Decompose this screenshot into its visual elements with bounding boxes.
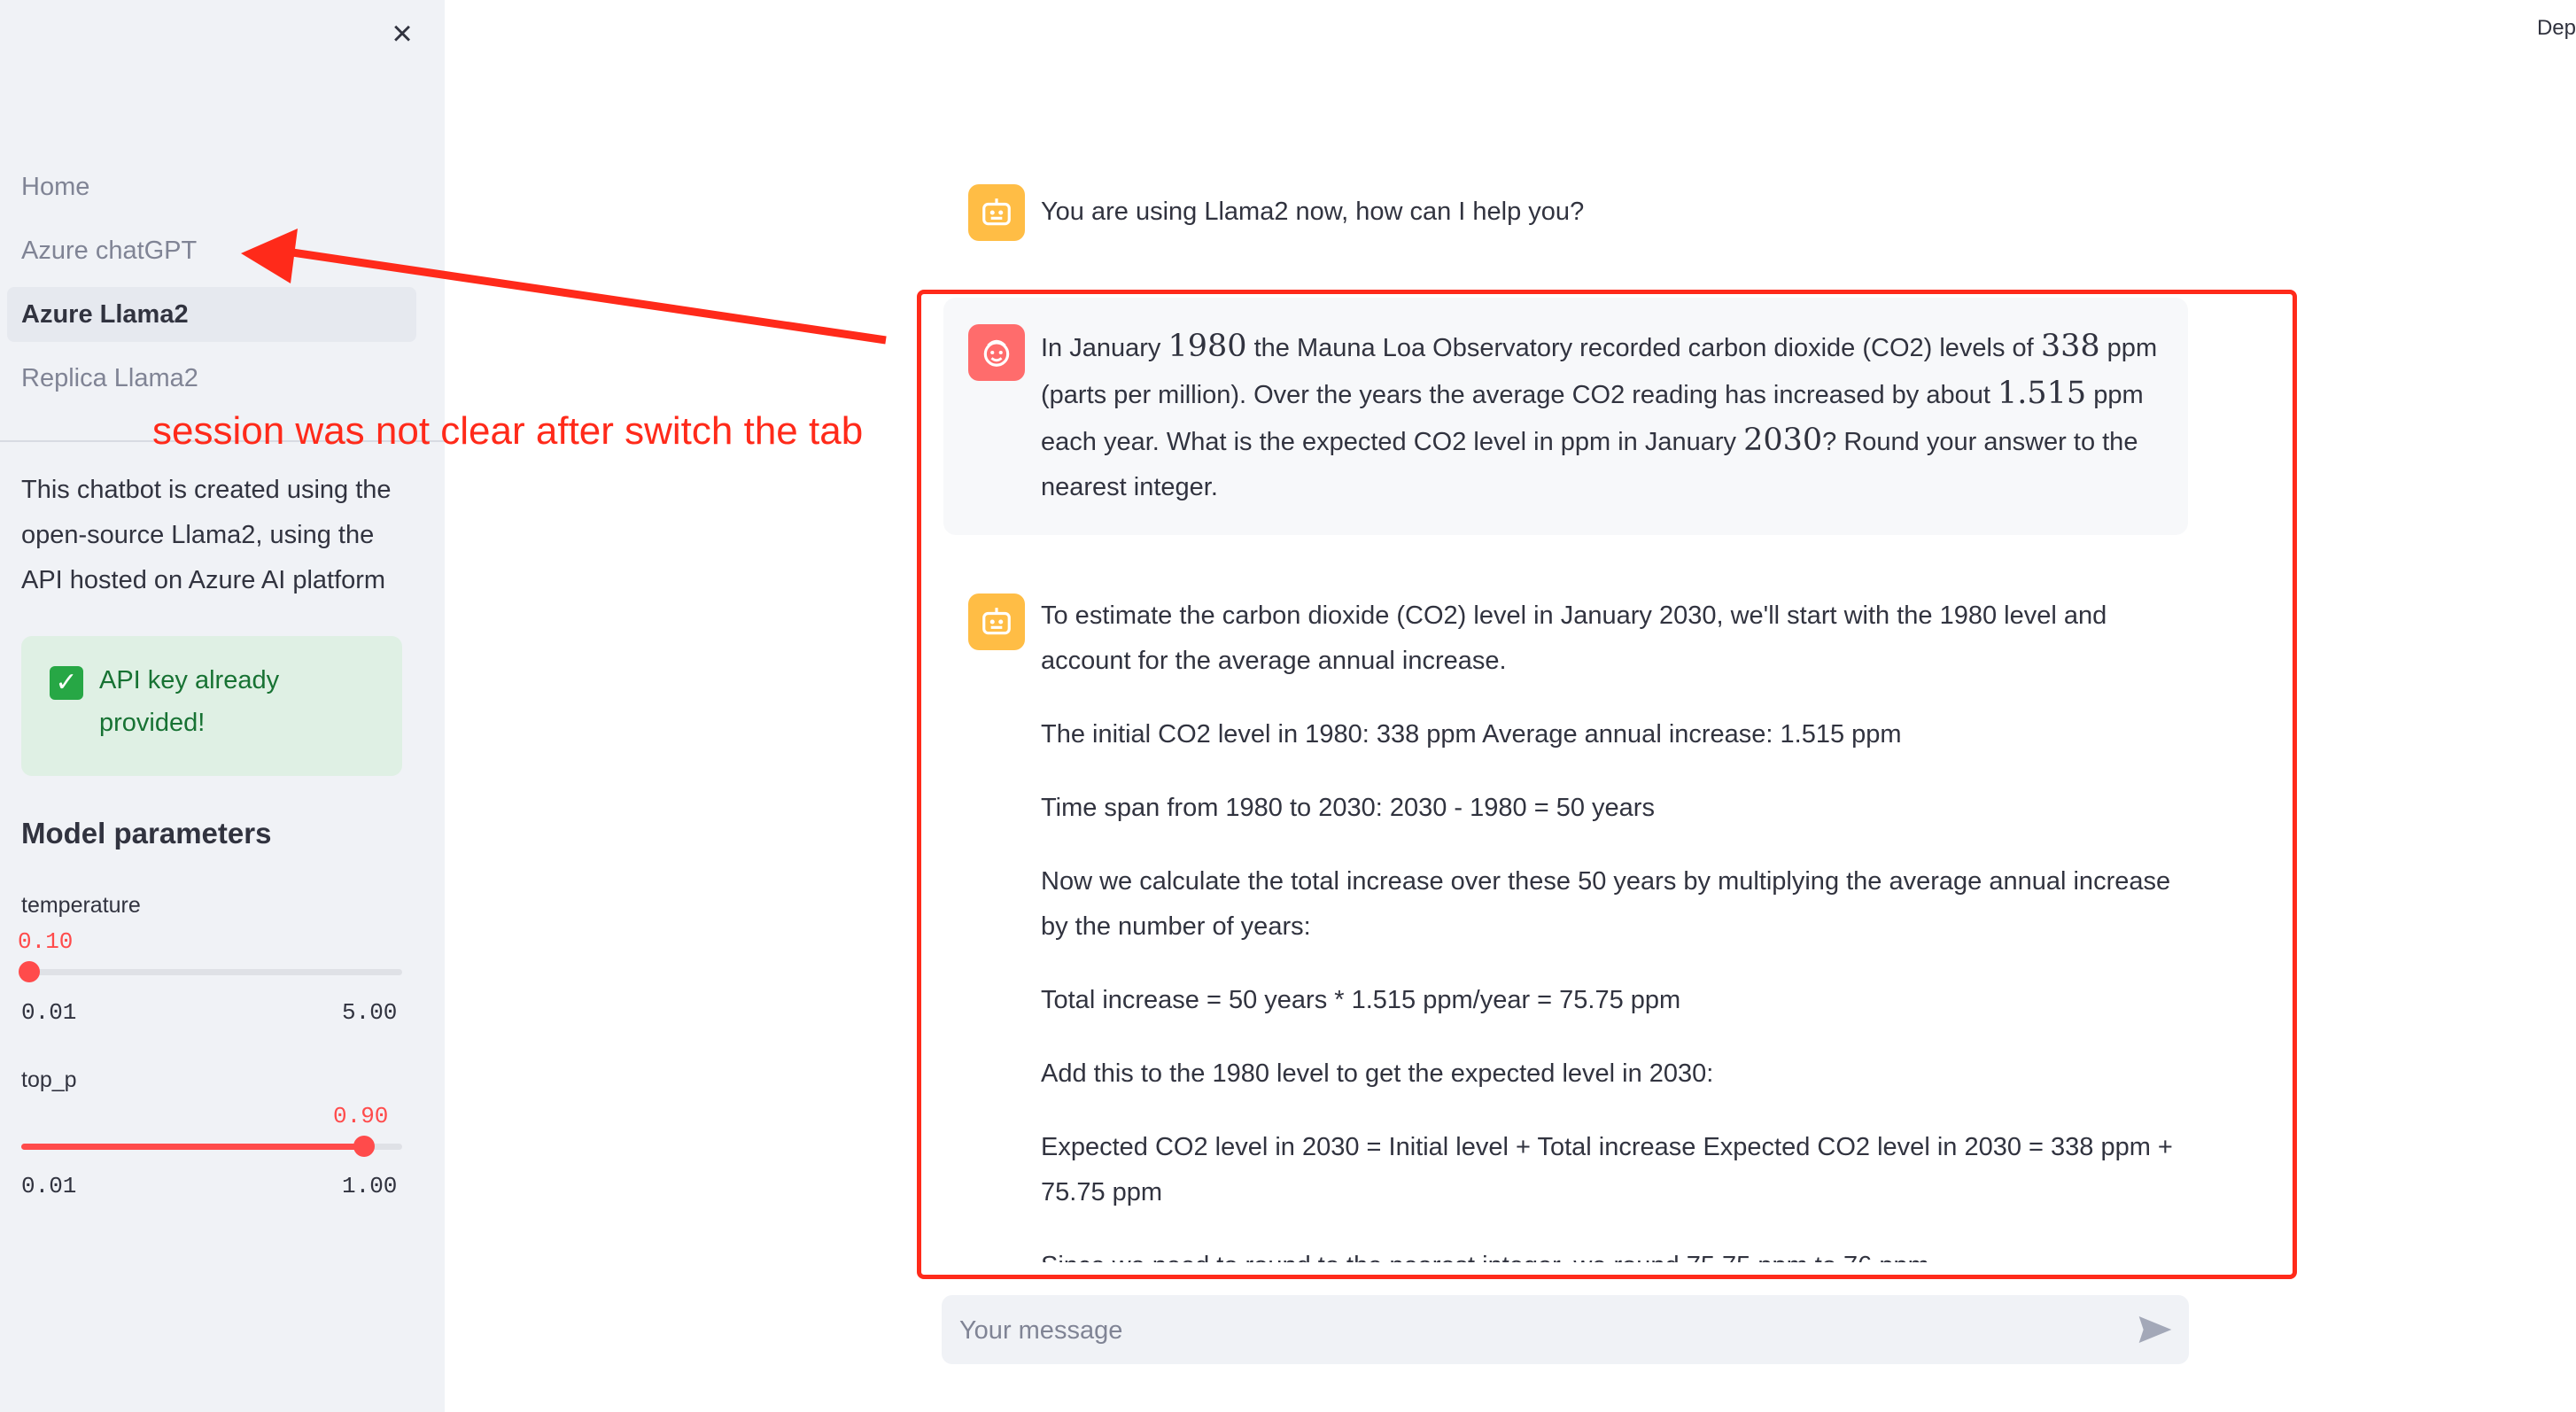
response-paragraph: Add this to the 1980 level to get the ex…	[1041, 1059, 1714, 1088]
user-message-text: In January 1980 the Mauna Loa Observator…	[1041, 329, 2158, 501]
sidebar-item-replica-llama2[interactable]: Replica Llama2	[7, 351, 416, 406]
bot-avatar-icon	[968, 184, 1025, 241]
top-p-min: 0.01	[21, 1173, 77, 1199]
success-alert: ✓ API key already provided!	[21, 636, 402, 776]
top-p-slider-thumb[interactable]	[353, 1136, 375, 1157]
sidebar-nav: Home Azure chatGPT Azure Llama2 Replica …	[7, 159, 416, 415]
response-paragraph: Now we calculate the total increase over…	[1041, 867, 2171, 941]
deploy-button[interactable]: Dep	[2537, 16, 2576, 41]
response-paragraph: Total increase = 50 years * 1.515 ppm/ye…	[1041, 986, 1681, 1014]
user-avatar-icon	[968, 324, 1025, 381]
top-p-slider[interactable]	[21, 1136, 402, 1157]
top-p-value: 0.90	[333, 1103, 389, 1129]
response-paragraph: Time span from 1980 to 2030: 2030 - 1980…	[1041, 794, 1655, 822]
response-paragraph: The initial CO2 level in 1980: 338 ppm A…	[1041, 720, 1902, 749]
temperature-slider[interactable]	[18, 961, 402, 982]
top-p-max: 1.00	[342, 1173, 398, 1199]
send-icon[interactable]	[2138, 1315, 2173, 1345]
model-parameters-title: Model parameters	[21, 817, 272, 850]
temperature-max: 5.00	[342, 999, 398, 1026]
bot-avatar-icon	[968, 594, 1025, 650]
chat-input-bar	[942, 1295, 2189, 1366]
annotation-text: session was not clear after switch the t…	[152, 409, 864, 453]
greeting-text: You are using Llama2 now, how can I help…	[1041, 198, 1585, 226]
assistant-response-scroll[interactable]: To estimate the carbon dioxide (CO2) lev…	[943, 585, 2188, 1262]
about-text: This chatbot is created using the open-s…	[21, 476, 392, 594]
sidebar: × Home Azure chatGPT Azure Llama2 Replic…	[0, 0, 445, 1412]
success-text: API key already provided!	[99, 666, 280, 737]
sidebar-item-azure-llama2[interactable]: Azure Llama2	[7, 287, 416, 342]
message-input[interactable]	[958, 1295, 2104, 1366]
response-paragraph: To estimate the carbon dioxide (CO2) lev…	[1041, 601, 2107, 675]
temperature-value: 0.10	[18, 928, 74, 955]
top-p-label: top_p	[21, 1067, 77, 1092]
temperature-min: 0.01	[21, 999, 77, 1026]
assistant-response-text: To estimate the carbon dioxide (CO2) lev…	[1041, 594, 2184, 1262]
response-paragraph: Expected CO2 level in 2030 = Initial lev…	[1041, 1133, 2173, 1206]
response-paragraph: Since we need to round to the nearest in…	[1041, 1244, 2184, 1262]
check-icon: ✓	[50, 666, 83, 700]
temperature-slider-thumb[interactable]	[18, 961, 40, 982]
sidebar-item-azure-chatgpt[interactable]: Azure chatGPT	[7, 223, 416, 278]
sidebar-item-home[interactable]: Home	[7, 159, 416, 214]
top-p-slider-fill	[21, 1144, 364, 1150]
close-icon[interactable]: ×	[384, 16, 420, 51]
temperature-label: temperature	[21, 893, 141, 918]
